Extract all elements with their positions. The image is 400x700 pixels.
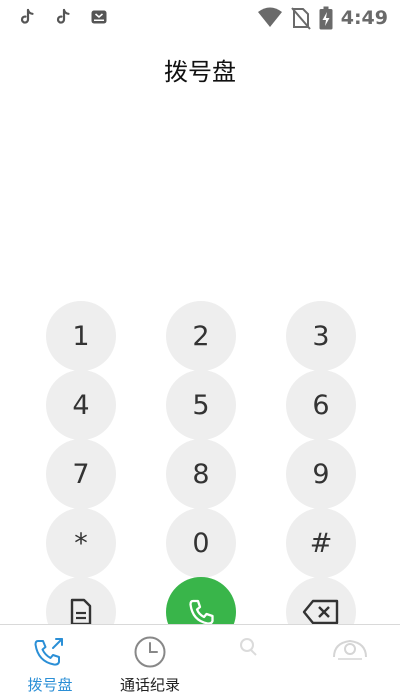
document-icon	[70, 598, 92, 626]
search-icon	[240, 638, 257, 656]
key-label: 3	[312, 320, 330, 352]
key-1[interactable]: 1	[46, 301, 116, 371]
nav-tab-call-log[interactable]: 通话纪录	[100, 625, 200, 700]
key-hash[interactable]: #	[286, 508, 356, 578]
key-6[interactable]: 6	[286, 370, 356, 440]
key-label: 0	[192, 527, 210, 559]
key-3[interactable]: 3	[286, 301, 356, 371]
key-label: 5	[192, 389, 210, 421]
tv-app-icon	[91, 10, 107, 24]
nav-tab-search[interactable]	[200, 625, 300, 700]
key-5[interactable]: 5	[166, 370, 236, 440]
tiktok-icon	[20, 8, 34, 24]
key-label: 2	[192, 320, 210, 352]
key-9[interactable]: 9	[286, 439, 356, 509]
key-label: #	[309, 527, 333, 559]
key-0[interactable]: 0	[166, 508, 236, 578]
notification-icons	[18, 8, 108, 26]
key-8[interactable]: 8	[166, 439, 236, 509]
clock-time: 4:49	[340, 7, 388, 29]
key-label: 4	[72, 389, 90, 421]
tiktok-icon	[56, 8, 70, 24]
key-7[interactable]: 7	[46, 439, 116, 509]
nav-tab-contacts[interactable]	[300, 625, 400, 700]
system-icons: 4:49	[257, 6, 388, 30]
bottom-nav: 拨号盘 通话纪录	[0, 624, 400, 700]
key-star[interactable]: *	[46, 508, 116, 578]
nav-label: 拨号盘	[27, 676, 73, 694]
key-2[interactable]: 2	[166, 301, 236, 371]
key-label: 6	[312, 389, 330, 421]
nav-label: 通话纪录	[119, 676, 180, 694]
backspace-icon	[302, 599, 339, 625]
nav-tab-dialer[interactable]: 拨号盘	[0, 625, 100, 700]
no-sim-icon	[290, 7, 311, 30]
contacts-icon	[333, 639, 367, 660]
status-bar: 4:49	[0, 0, 400, 36]
key-label: 1	[72, 320, 90, 352]
key-label: *	[74, 527, 88, 559]
page-title: 拨号盘	[164, 58, 236, 86]
key-label: 8	[192, 458, 210, 490]
key-4[interactable]: 4	[46, 370, 116, 440]
clock-icon	[134, 636, 166, 668]
battery-charging-icon	[319, 6, 333, 30]
key-label: 7	[72, 458, 90, 490]
wifi-icon	[257, 7, 282, 27]
phone-call-icon	[189, 599, 214, 625]
key-label: 9	[312, 458, 330, 490]
dialer-icon	[34, 638, 63, 666]
